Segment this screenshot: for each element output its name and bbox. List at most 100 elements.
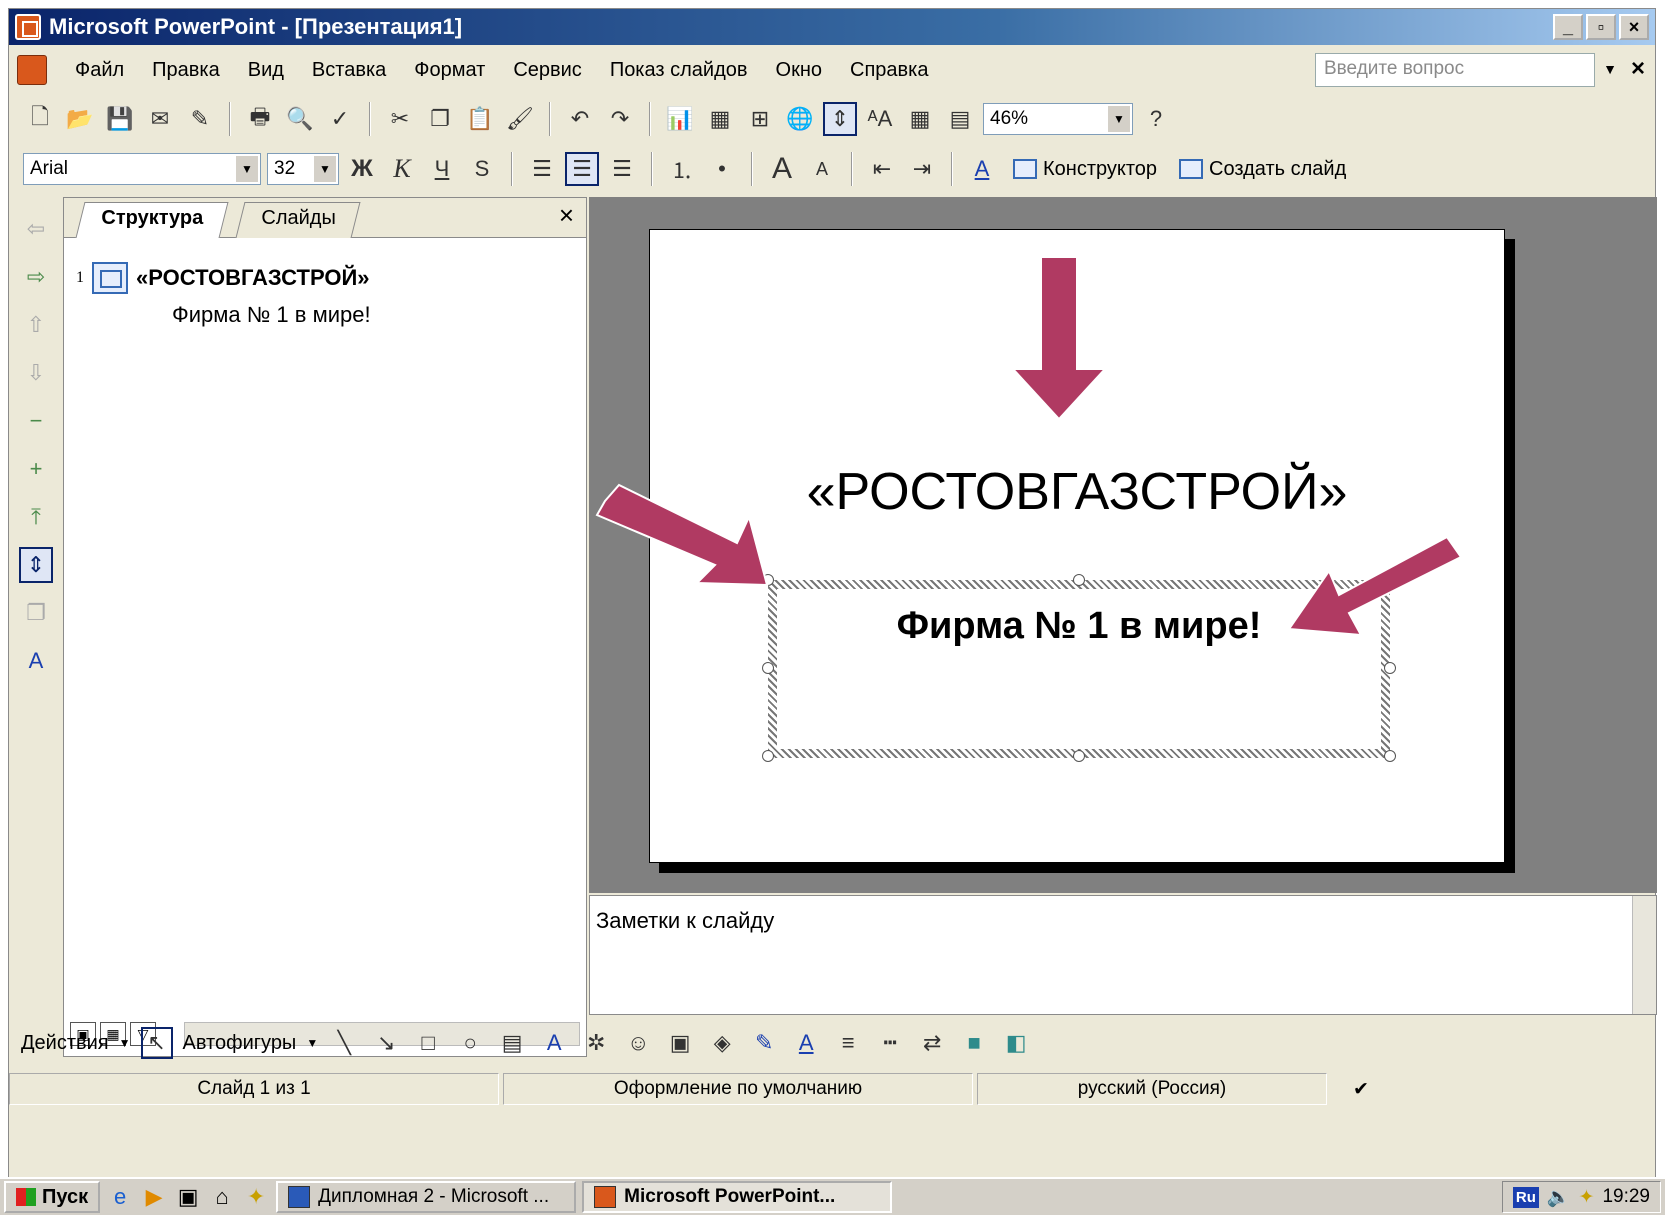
outline-slide-subtitle[interactable]: Фирма № 1 в мире! (172, 302, 371, 328)
menu-slideshow[interactable]: Показ слайдов (596, 59, 762, 82)
increase-font-icon[interactable]: A (765, 152, 799, 186)
menu-edit[interactable]: Правка (138, 59, 234, 82)
summary-slide-icon[interactable]: ❐ (19, 595, 53, 631)
pane-close-icon[interactable]: × (559, 200, 574, 231)
menu-tools[interactable]: Сервис (499, 59, 596, 82)
align-center-icon[interactable]: ☰ (565, 152, 599, 186)
help-icon[interactable]: ? (1139, 102, 1173, 136)
powerpoint-app-icon[interactable] (15, 14, 41, 40)
taskbar-powerpoint[interactable]: Microsoft PowerPoint... (582, 1181, 893, 1213)
clipart-icon[interactable]: ☺ (622, 1027, 654, 1059)
wordart-icon[interactable]: A (538, 1027, 570, 1059)
tab-slides[interactable]: Слайды (235, 202, 361, 238)
bold-button[interactable]: Ж (345, 152, 379, 186)
resize-handle[interactable] (762, 750, 774, 762)
zoom-select[interactable]: 46% ▼ (983, 103, 1133, 135)
shadow-button[interactable]: S (465, 152, 499, 186)
spelling-icon[interactable]: ✓ (323, 102, 357, 136)
decrease-font-icon[interactable]: A (805, 152, 839, 186)
menu-help[interactable]: Справка (836, 59, 942, 82)
font-select[interactable]: Arial ▼ (23, 153, 261, 185)
line-style-icon[interactable]: ≡ (832, 1027, 864, 1059)
menu-window[interactable]: Окно (762, 59, 836, 82)
chevron-down-icon[interactable]: ▼ (1108, 106, 1130, 132)
collapse-icon[interactable]: − (19, 403, 53, 439)
increase-indent-icon[interactable]: ⇥ (905, 152, 939, 186)
cut-icon[interactable]: ✂ (383, 102, 417, 136)
permission-icon[interactable]: ✉ (143, 102, 177, 136)
chevron-down-icon[interactable]: ▼ (119, 1036, 131, 1050)
chevron-down-icon[interactable]: ▼ (1603, 61, 1617, 77)
chevron-down-icon[interactable]: ▼ (236, 156, 258, 182)
menu-file[interactable]: Файл (61, 59, 138, 82)
print-preview-icon[interactable]: 🔍 (283, 102, 317, 136)
outline-slide-title[interactable]: «РОСТОВГАЗСТРОЙ» (136, 265, 370, 291)
3d-style-icon[interactable]: ◧ (1000, 1027, 1032, 1059)
insert-table-icon[interactable]: ▦ (703, 102, 737, 136)
move-up-icon[interactable]: ⇧ (19, 307, 53, 343)
document-close-icon[interactable]: × (1631, 55, 1645, 83)
spelling-status-icon[interactable]: ✔ (1331, 1073, 1391, 1105)
outline-text-area[interactable]: 1 «РОСТОВГАЗСТРОЙ» Фирма № 1 в мире! (64, 238, 586, 978)
menu-view[interactable]: Вид (234, 59, 298, 82)
tab-structure[interactable]: Структура (75, 202, 229, 238)
undo-icon[interactable]: ↶ (563, 102, 597, 136)
collapse-all-icon[interactable]: ⤒ (19, 499, 53, 535)
copy-icon[interactable]: ❐ (423, 102, 457, 136)
italic-button[interactable]: К (385, 152, 419, 186)
insert-chart-icon[interactable]: 📊 (663, 102, 697, 136)
document-icon[interactable] (17, 55, 47, 85)
font-color-icon[interactable]: A (965, 152, 999, 186)
dash-style-icon[interactable]: ┅ (874, 1027, 906, 1059)
tray-app-icon[interactable]: ✦ (1579, 1186, 1595, 1209)
new-document-icon[interactable]: 🗋 (23, 102, 57, 136)
media-player-icon[interactable]: ▶ (140, 1183, 168, 1211)
notes-pane[interactable]: Заметки к слайду (589, 895, 1657, 1015)
network-icon[interactable]: ⌂ (208, 1183, 236, 1211)
show-formatting-icon[interactable]: ᴬA (863, 102, 897, 136)
select-pointer-icon[interactable]: ↖ (140, 1027, 173, 1059)
decrease-indent-icon[interactable]: ⇤ (865, 152, 899, 186)
underline-button[interactable]: Ч (425, 152, 459, 186)
arrow-style-icon[interactable]: ⇄ (916, 1027, 948, 1059)
textbox-icon[interactable]: ▤ (496, 1027, 528, 1059)
print-icon[interactable]: 🖶 (243, 102, 277, 136)
show-formatting-icon[interactable]: A (19, 643, 53, 679)
font-size-select[interactable]: 32 ▼ (267, 153, 339, 185)
tables-borders-icon[interactable]: ⊞ (743, 102, 777, 136)
quicklaunch-icon[interactable]: ✦ (242, 1183, 270, 1211)
arrow-icon[interactable]: ↘ (370, 1027, 402, 1059)
close-button[interactable]: × (1619, 14, 1649, 40)
email-icon[interactable]: ✎ (183, 102, 217, 136)
taskbar-word-document[interactable]: Дипломная 2 - Microsoft ... (276, 1181, 577, 1213)
resize-handle[interactable] (1384, 750, 1396, 762)
move-down-icon[interactable]: ⇩ (19, 355, 53, 391)
align-right-icon[interactable]: ☰ (605, 152, 639, 186)
menu-format[interactable]: Формат (400, 59, 499, 82)
font-color-icon[interactable]: A (790, 1027, 822, 1059)
notes-placeholder[interactable]: Заметки к слайду (596, 908, 774, 934)
language-indicator[interactable]: Ru (1512, 1186, 1539, 1208)
diagram-icon[interactable]: ✲ (580, 1027, 612, 1059)
chevron-down-icon[interactable]: ▼ (314, 156, 336, 182)
resize-handle[interactable] (762, 662, 774, 674)
shadow-style-icon[interactable]: ■ (958, 1027, 990, 1059)
picture-icon[interactable]: ▣ (664, 1027, 696, 1059)
demote-icon[interactable]: ⇨ (19, 259, 53, 295)
chevron-down-icon[interactable]: ▼ (306, 1036, 318, 1050)
resize-handle[interactable] (1073, 750, 1085, 762)
numbering-icon[interactable]: ⒈ (665, 152, 699, 186)
new-slide-button[interactable]: Создать слайд (1171, 158, 1354, 181)
start-button[interactable]: Пуск (4, 1181, 101, 1213)
minimize-button[interactable]: _ (1553, 14, 1583, 40)
menu-insert[interactable]: Вставка (298, 59, 400, 82)
rectangle-icon[interactable]: □ (412, 1027, 444, 1059)
open-folder-icon[interactable]: 📂 (63, 102, 97, 136)
outline-slide-row[interactable]: 1 «РОСТОВГАЗСТРОЙ» (76, 262, 370, 294)
redo-icon[interactable]: ↷ (603, 102, 637, 136)
line-color-icon[interactable]: ✎ (748, 1027, 780, 1059)
expand-all-icon[interactable]: ⇕ (823, 102, 857, 136)
paste-icon[interactable]: 📋 (463, 102, 497, 136)
show-grid-icon[interactable]: ▦ (903, 102, 937, 136)
align-left-icon[interactable]: ☰ (525, 152, 559, 186)
